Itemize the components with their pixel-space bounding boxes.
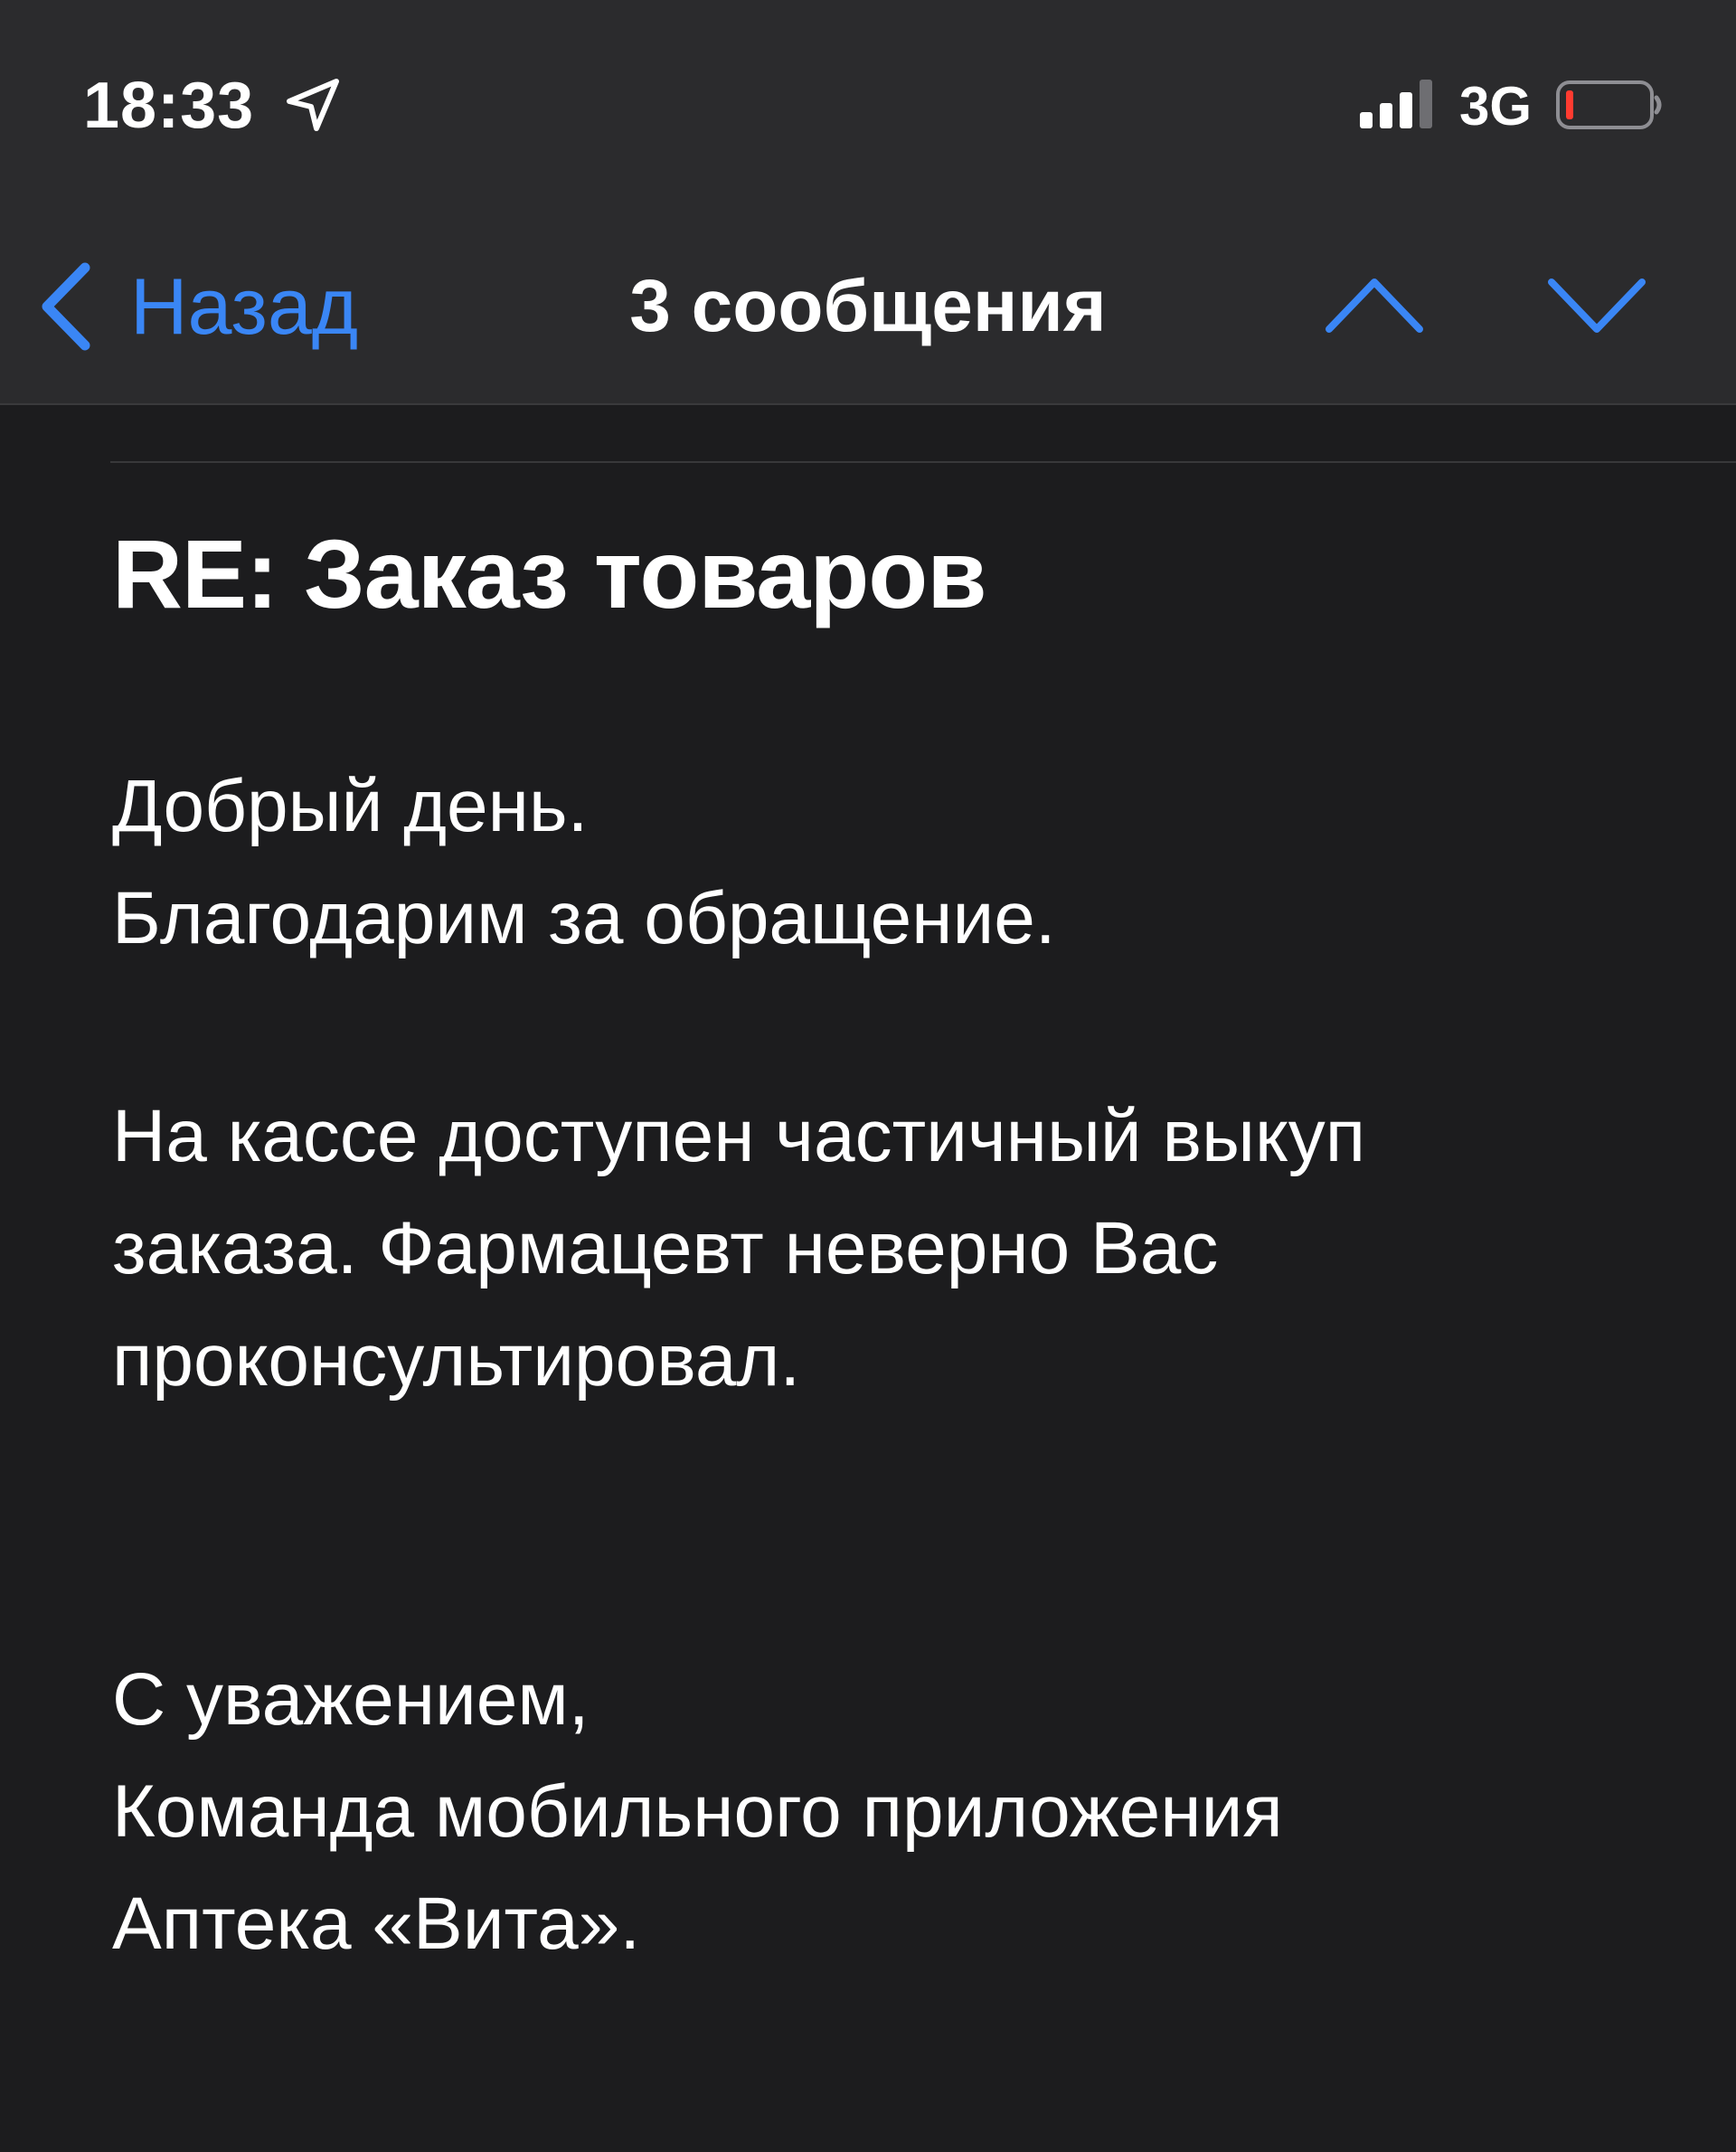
email-signature: С уважением, Команда мобильного приложен… bbox=[112, 1644, 1649, 1980]
previous-message-chevron-up-icon[interactable] bbox=[1320, 269, 1429, 342]
cellular-signal-icon bbox=[1360, 80, 1432, 128]
email-subject: RE: Заказ товаров bbox=[112, 519, 987, 628]
email-greeting-paragraph: Добрый день. Благодарим за обращение. bbox=[112, 750, 1649, 975]
next-message-chevron-down-icon[interactable] bbox=[1543, 269, 1651, 342]
body-line: заказа. Фармацевт неверно Вас bbox=[112, 1207, 1219, 1289]
chevron-left-icon bbox=[42, 262, 90, 351]
back-label: Назад bbox=[130, 261, 359, 351]
mail-screen: 18:33 3G Назад 3 сообщения RE: Заказ тов… bbox=[0, 0, 1736, 2152]
body-line: На кассе доступен частичный выкуп bbox=[112, 1095, 1366, 1177]
battery-level bbox=[1566, 90, 1573, 119]
location-arrow-icon bbox=[287, 79, 339, 131]
top-bar: 18:33 3G Назад 3 сообщения bbox=[0, 0, 1736, 405]
network-type-label: 3G bbox=[1459, 76, 1533, 137]
navigation-bar: Назад 3 сообщения bbox=[0, 224, 1736, 387]
back-button[interactable]: Назад bbox=[36, 257, 358, 356]
body-line: Добрый день. bbox=[112, 765, 589, 847]
body-line: Благодарим за обращение. bbox=[112, 877, 1056, 959]
status-bar: 18:33 3G bbox=[0, 0, 1736, 181]
thread-title: 3 сообщения bbox=[629, 265, 1107, 347]
battery-icon bbox=[1556, 80, 1662, 129]
status-time: 18:33 bbox=[83, 70, 255, 142]
message-divider bbox=[110, 461, 1736, 463]
body-line: проконсультировал. bbox=[112, 1319, 801, 1402]
email-info-paragraph: На кассе доступен частичный выкуп заказа… bbox=[112, 1081, 1649, 1417]
signature-line: С уважением, bbox=[112, 1658, 590, 1741]
signature-line: Команда мобильного приложения bbox=[112, 1770, 1283, 1853]
signature-line: Аптека «Вита». bbox=[112, 1883, 641, 1965]
